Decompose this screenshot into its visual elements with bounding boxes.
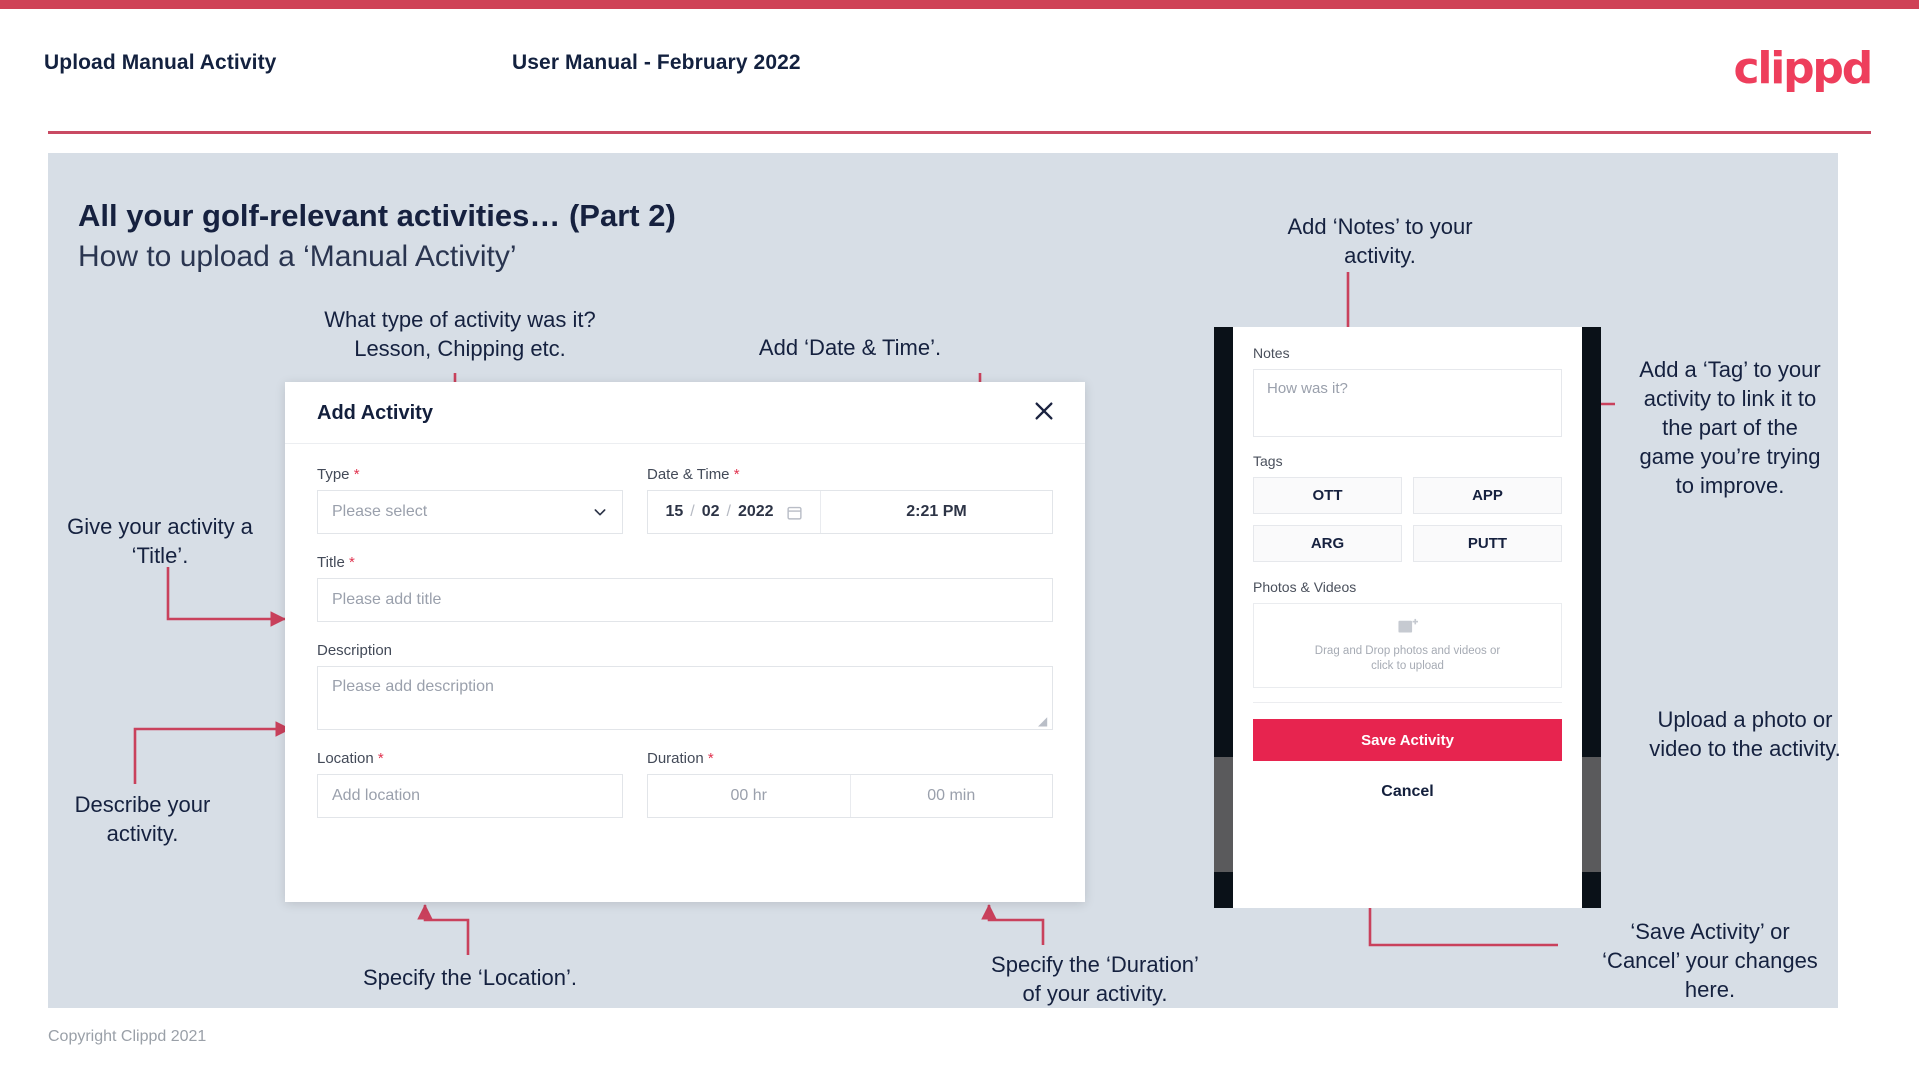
notes-label: Notes [1253, 345, 1290, 361]
required-marker: * [707, 750, 714, 767]
header-left-title: Upload Manual Activity [44, 51, 277, 74]
required-marker: * [348, 554, 355, 571]
footer-copyright: Copyright Clippd 2021 [48, 1028, 207, 1045]
dialog-header: Add Activity [285, 382, 1085, 444]
description-textarea[interactable]: Please add description ◢ [317, 666, 1053, 730]
annotation-save-cancel: ‘Save Activity’ or ‘Cancel’ your changes h… [1602, 919, 1818, 1002]
slide-title: All your golf-relevant activities… (Part… [78, 198, 676, 233]
notes-input[interactable]: How was it? [1253, 369, 1562, 437]
date-month: 02 [701, 503, 720, 520]
clippd-logo: clippd [1733, 43, 1873, 94]
phone-screen: Notes How was it? Tags OTT APP ARG PUTT … [1233, 327, 1582, 908]
phone-right-bezel [1582, 327, 1601, 908]
phone-mockup: Notes How was it? Tags OTT APP ARG PUTT … [1214, 327, 1601, 908]
photos-videos-label: Photos & Videos [1253, 579, 1357, 595]
phone-left-bezel [1214, 327, 1233, 908]
annotation-duration: Specify the ‘Duration’ of your activity. [991, 952, 1199, 1006]
date-input[interactable]: 15 / 02 / 2022 [648, 491, 820, 533]
field-type: Type * Please select [317, 466, 623, 534]
type-select[interactable]: Please select [317, 490, 623, 534]
annotation-type: What type of activity was it? Lesson, Chi… [324, 307, 596, 361]
label-duration: Duration * [647, 750, 714, 767]
field-location: Location * Add location [317, 750, 623, 818]
tag-button-app[interactable]: APP [1413, 477, 1562, 514]
date-day: 15 [665, 503, 684, 520]
duration-hours-input[interactable]: 00 hr [648, 775, 850, 817]
tag-button-arg[interactable]: ARG [1253, 525, 1402, 562]
annotation-datetime: Add ‘Date & Time’. [758, 335, 942, 360]
required-marker: * [733, 466, 740, 483]
field-description: Description Please add description ◢ [317, 642, 1053, 730]
location-input[interactable]: Add location [317, 774, 623, 818]
label-location: Location * [317, 750, 384, 767]
time-input[interactable]: 2:21 PM [820, 491, 1052, 533]
date-year: 2022 [737, 503, 774, 520]
tag-button-ott[interactable]: OTT [1253, 477, 1402, 514]
chevron-down-icon [594, 509, 606, 516]
annotation-description: Describe your activity. [74, 792, 211, 846]
cancel-button[interactable]: Cancel [1253, 783, 1562, 801]
tag-button-putt[interactable]: PUTT [1413, 525, 1562, 562]
date-sep-2: / [726, 503, 731, 520]
date-sep-1: / [690, 503, 695, 520]
label-title: Title * [317, 554, 355, 571]
field-duration: Duration * 00 hr 00 min [647, 750, 1053, 818]
tags-label: Tags [1253, 453, 1283, 469]
tags-grid: OTT APP ARG PUTT [1253, 477, 1562, 562]
label-datetime: Date & Time * [647, 466, 740, 483]
annotation-title: Give your activity a ‘Title’. [67, 514, 253, 568]
phone-divider [1253, 702, 1562, 703]
description-placeholder: Please add description [332, 678, 494, 695]
close-icon[interactable] [1027, 394, 1061, 428]
top-accent-bar [0, 0, 1919, 9]
label-type: Type * [317, 466, 360, 483]
slide-subtitle: How to upload a ‘Manual Activity’ [78, 240, 517, 273]
dialog-title: Add Activity [317, 402, 433, 424]
calendar-icon [786, 506, 802, 520]
duration-minutes-input[interactable]: 00 min [849, 775, 1053, 817]
phone-left-bezel-segment [1214, 757, 1233, 872]
annotation-location: Specify the ‘Location’. [362, 965, 578, 990]
page-header: Upload Manual Activity User Manual - Feb… [0, 9, 1919, 134]
header-divider [48, 131, 1871, 134]
annotation-upload: Upload a photo or video to the activity. [1649, 707, 1841, 761]
resize-grip-icon[interactable]: ◢ [1038, 715, 1049, 727]
type-select-value: Please select [332, 503, 428, 520]
header-center-title: User Manual - February 2022 [512, 51, 801, 74]
required-marker: * [353, 466, 360, 483]
phone-right-bezel-segment [1582, 757, 1601, 872]
title-input[interactable]: Please add title [317, 578, 1053, 622]
label-description: Description [317, 642, 393, 659]
add-activity-dialog: Add Activity Type * Please select Date &… [285, 382, 1085, 902]
annotation-notes: Add ‘Notes’ to your activity. [1287, 214, 1473, 268]
dropzone-text: Drag and Drop photos and videos or click … [1314, 644, 1501, 672]
save-activity-button[interactable]: Save Activity [1253, 719, 1562, 761]
required-marker: * [377, 750, 384, 767]
field-title: Title * Please add title [317, 554, 1053, 622]
photo-upload-dropzone[interactable]: Drag and Drop photos and videos or click … [1253, 603, 1562, 688]
add-image-icon [1397, 618, 1418, 633]
field-datetime: Date & Time * 15 / 02 / 2022 2:21 PM [647, 466, 1053, 534]
annotation-tags: Add a ‘Tag’ to your activity to link it t… [1639, 357, 1821, 498]
